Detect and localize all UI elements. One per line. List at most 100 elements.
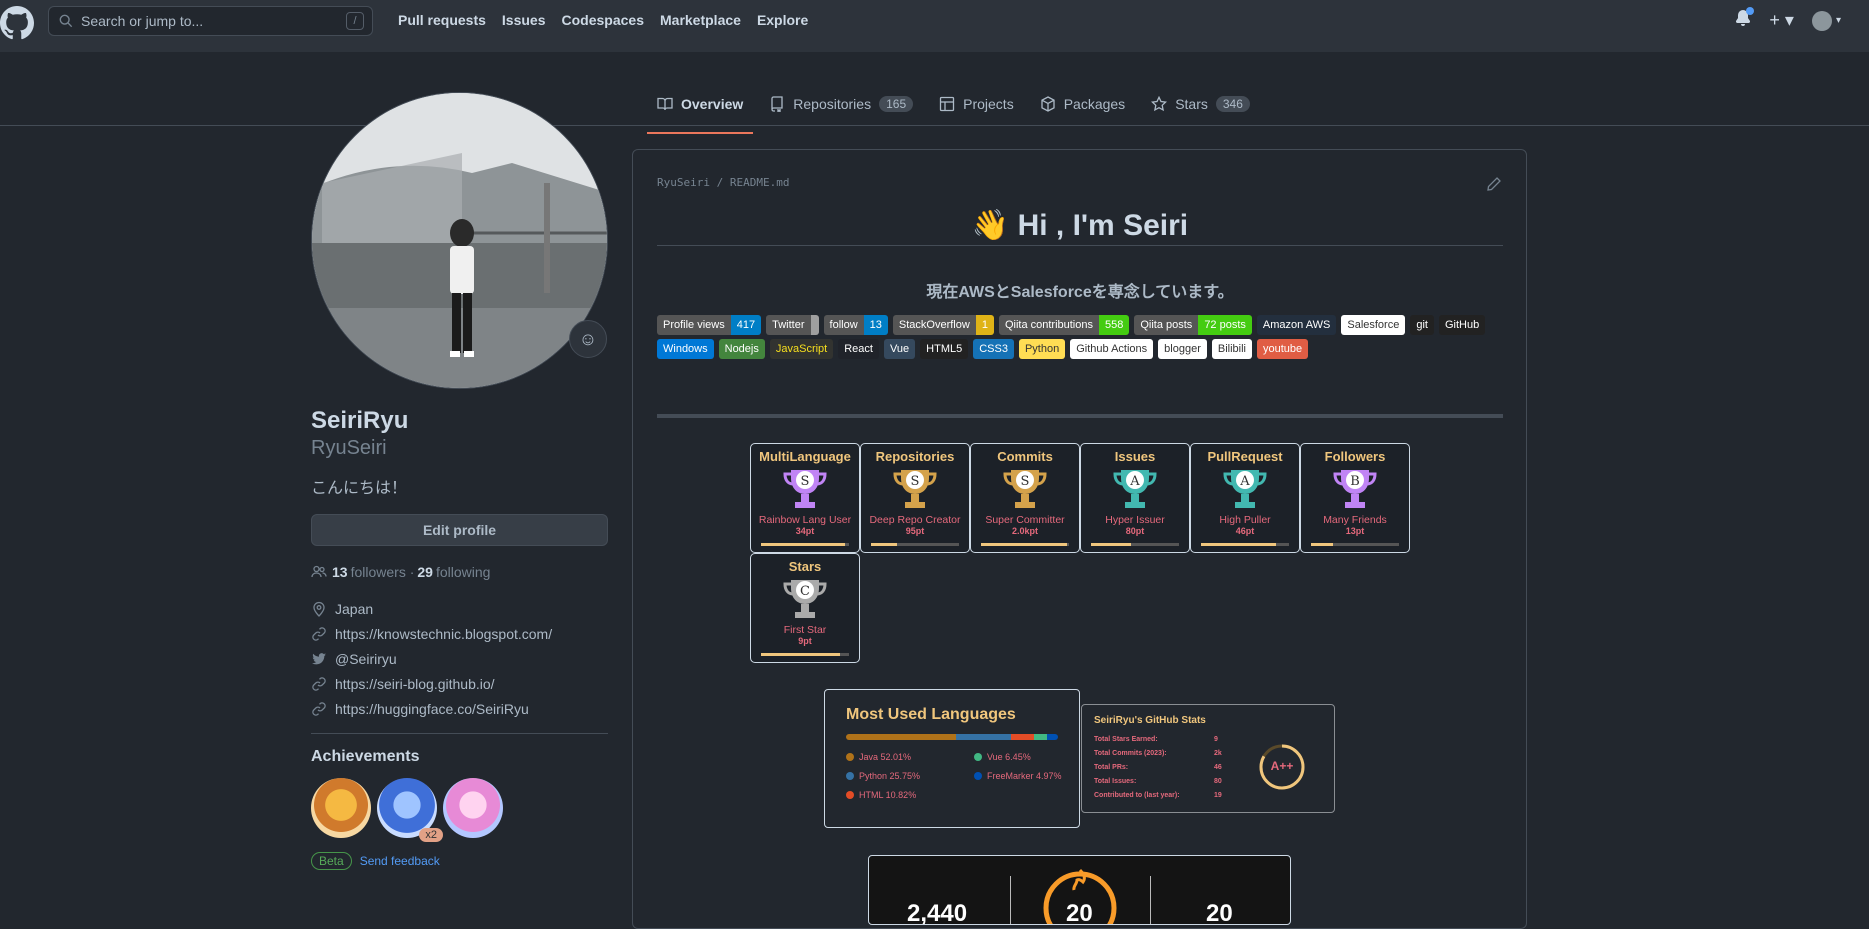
- user-avatar-menu[interactable]: ▾: [1811, 10, 1841, 31]
- twitter-handle-link[interactable]: @Seiriryu: [335, 651, 397, 667]
- table-icon: [939, 96, 955, 112]
- edit-pencil-icon[interactable]: [1486, 176, 1502, 192]
- languages-legend: Java 52.01% Vue 6.45% Python 25.75% FreeMar…: [846, 752, 1079, 800]
- shield-badge[interactable]: HTML5: [920, 339, 969, 359]
- stats-title: SeiriRyu's GitHub Stats: [1094, 715, 1206, 726]
- shield-badge[interactable]: Nodejs: [718, 339, 765, 359]
- set-status-smiley-icon[interactable]: ☺: [569, 320, 607, 358]
- trophy-progress-bar: [1091, 543, 1179, 546]
- language-legend-item: FreeMarker 4.97%: [974, 771, 1084, 781]
- streak-stats-card: 2,440 20 20: [868, 855, 1291, 925]
- following-count[interactable]: 29: [417, 564, 433, 580]
- followers-count[interactable]: 13: [332, 564, 348, 580]
- link-row-blog-github[interactable]: https://seiri-blog.github.io/: [311, 671, 608, 696]
- shield-badge[interactable]: Bilibili: [1211, 339, 1252, 359]
- github-logo-icon[interactable]: [0, 6, 34, 40]
- shield-badge[interactable]: CSS3: [973, 339, 1014, 359]
- language-name: Vue 6.45%: [987, 752, 1031, 762]
- shield-badge[interactable]: follow 13: [823, 315, 888, 335]
- profile-name: SeiriRyu: [311, 407, 409, 434]
- readme-path-file[interactable]: README.md: [730, 176, 790, 189]
- shield-badge[interactable]: youtube: [1256, 339, 1309, 359]
- trophy-card: Issues A Hyper Issuer 80pt: [1080, 443, 1190, 553]
- trophy-name: Hyper Issuer: [1105, 514, 1165, 526]
- header-actions: + ▾ ▾: [1735, 7, 1841, 31]
- tab-stars-label: Stars: [1175, 96, 1208, 112]
- language-legend-item: HTML 10.82%: [846, 790, 974, 800]
- shield-label: Bilibili: [1211, 339, 1252, 359]
- trophy-points: 2.0kpt: [1011, 526, 1038, 536]
- trophy-rank: S: [911, 474, 920, 489]
- shield-badge[interactable]: GitHub: [1438, 315, 1486, 335]
- shield-badge[interactable]: Qiita contributions 558: [998, 315, 1130, 335]
- link-row-blog[interactable]: https://knowstechnic.blogspot.com/: [311, 621, 608, 646]
- readme-path-user[interactable]: RyuSeiri: [657, 176, 710, 189]
- shield-label: follow: [823, 315, 864, 335]
- search-input[interactable]: Search or jump to... /: [48, 6, 373, 36]
- shield-badge[interactable]: Qiita posts 72 posts: [1134, 315, 1252, 335]
- huggingface-link[interactable]: https://huggingface.co/SeiriRyu: [335, 701, 529, 717]
- people-icon: [311, 565, 327, 578]
- nav-codespaces[interactable]: Codespaces: [562, 12, 644, 28]
- language-name: Python 25.75%: [859, 771, 921, 781]
- language-legend-item: Java 52.01%: [846, 752, 974, 762]
- tab-stars[interactable]: Stars 346: [1149, 88, 1252, 120]
- shield-label: Vue: [883, 339, 916, 359]
- link-row-huggingface[interactable]: https://huggingface.co/SeiriRyu: [311, 696, 608, 721]
- notifications-bell-icon[interactable]: [1735, 7, 1755, 31]
- achievements-heading[interactable]: Achievements: [311, 748, 608, 766]
- github-pages-link[interactable]: https://seiri-blog.github.io/: [335, 676, 495, 692]
- trophy-title: Stars: [788, 559, 822, 574]
- trophy-progress-bar: [1201, 543, 1289, 546]
- nav-marketplace[interactable]: Marketplace: [660, 12, 741, 28]
- location-row: Japan: [311, 596, 608, 621]
- trophy-cup-icon: B: [1331, 466, 1379, 512]
- languages-bar: [846, 734, 1058, 740]
- tab-overview[interactable]: Overview: [646, 88, 754, 134]
- stats-key: Total PRs:: [1094, 763, 1129, 771]
- shield-badge[interactable]: StackOverflow 1: [892, 315, 994, 335]
- send-feedback-link[interactable]: Send feedback: [360, 854, 440, 868]
- edit-profile-button[interactable]: Edit profile: [311, 514, 608, 546]
- shield-badge[interactable]: Twitter: [766, 315, 819, 335]
- main-nav: Pull requests Issues Codespaces Marketpl…: [398, 12, 824, 28]
- language-name: FreeMarker 4.97%: [987, 771, 1062, 781]
- create-new-plus-icon[interactable]: + ▾: [1769, 10, 1794, 31]
- shield-label: Amazon AWS: [1256, 315, 1337, 335]
- shield-badge[interactable]: Github Actions: [1070, 339, 1154, 359]
- achievement-badge-pull-shark[interactable]: x2: [377, 778, 443, 842]
- search-icon: [59, 14, 73, 28]
- stats-key: Total Commits (2023):: [1094, 749, 1167, 757]
- most-used-languages-card: Most Used Languages Java 52.01% Vue 6.45%…: [824, 689, 1080, 828]
- link-row-twitter[interactable]: @Seiriryu: [311, 646, 608, 671]
- shield-badge[interactable]: blogger: [1158, 339, 1207, 359]
- blog-link[interactable]: https://knowstechnic.blogspot.com/: [335, 626, 552, 642]
- nav-explore[interactable]: Explore: [757, 12, 808, 28]
- shield-badge[interactable]: React: [838, 339, 879, 359]
- repositories-counter: 165: [879, 96, 914, 112]
- tab-repositories[interactable]: Repositories 165: [767, 88, 915, 120]
- shield-badge[interactable]: Python: [1018, 339, 1066, 359]
- shield-value: 417: [730, 315, 762, 335]
- profile-tabs-bar: Overview Repositories 165 Projects Packa…: [0, 52, 1869, 134]
- shield-badge[interactable]: Profile views 417: [657, 315, 762, 335]
- nav-issues[interactable]: Issues: [502, 12, 546, 28]
- profile-avatar[interactable]: [311, 92, 608, 389]
- shield-badge[interactable]: JavaScript: [769, 339, 834, 359]
- trophy-title: Followers: [1324, 449, 1386, 464]
- tab-packages[interactable]: Packages: [1038, 88, 1127, 120]
- beta-label: Beta: [311, 852, 352, 870]
- followers-link[interactable]: followers: [351, 564, 406, 580]
- tab-projects[interactable]: Projects: [937, 88, 1016, 120]
- shield-badge[interactable]: git: [1410, 315, 1434, 335]
- shield-badge[interactable]: Salesforce: [1341, 315, 1406, 335]
- nav-pull-requests[interactable]: Pull requests: [398, 12, 486, 28]
- shield-badge[interactable]: Windows: [657, 339, 714, 359]
- shield-label: GitHub: [1438, 315, 1486, 335]
- shield-badge[interactable]: Amazon AWS: [1256, 315, 1337, 335]
- following-link[interactable]: following: [436, 564, 490, 580]
- shield-badge[interactable]: Vue: [883, 339, 916, 359]
- achievement-badge-yolo[interactable]: [443, 778, 503, 838]
- achievement-badge-quickdraw[interactable]: [311, 778, 371, 838]
- trophy-points: 80pt: [1125, 526, 1145, 536]
